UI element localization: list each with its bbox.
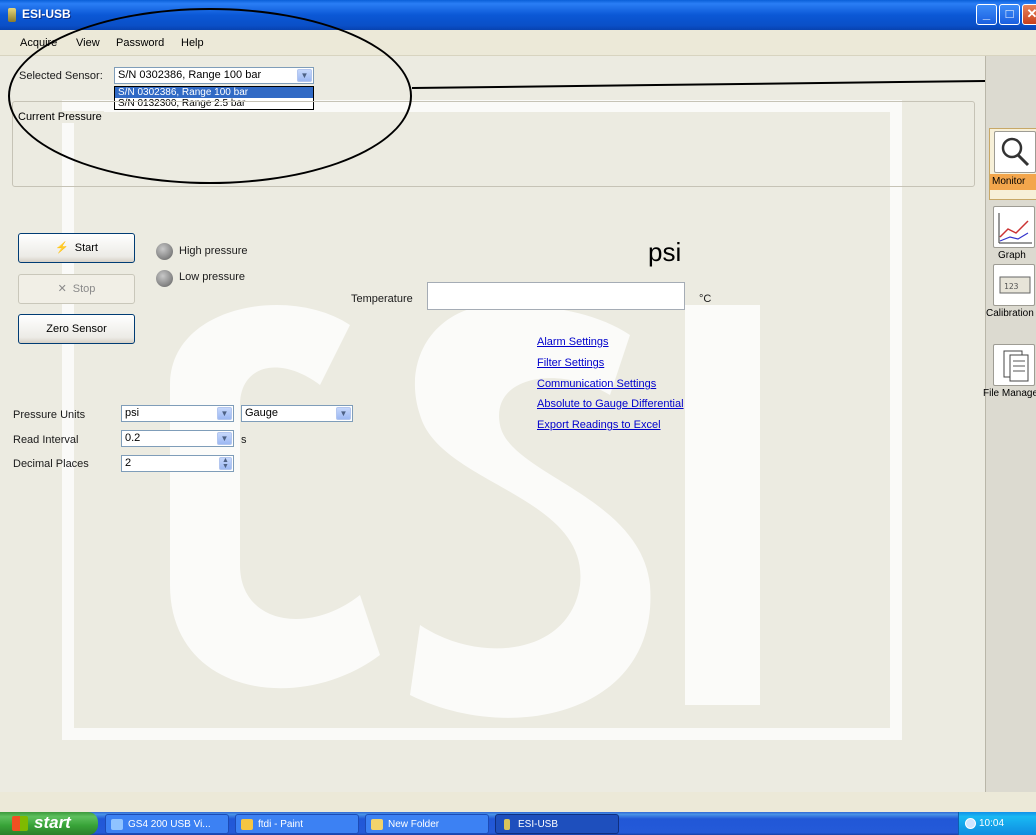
decimal-places-label: Decimal Places	[13, 458, 89, 470]
svg-text:123: 123	[1004, 282, 1019, 291]
taskbar-item[interactable]: New Folder	[365, 814, 489, 834]
taskbar-item[interactable]: GS4 200 USB Vi...	[105, 814, 229, 834]
maximize-button[interactable]: □	[999, 4, 1020, 25]
document-icon	[993, 344, 1035, 386]
app-icon	[504, 819, 510, 830]
communication-settings-link[interactable]: Communication Settings	[537, 378, 656, 390]
high-pressure-led	[156, 243, 173, 260]
calibration-icon: 123	[993, 264, 1035, 306]
start-button[interactable]: ⚡ Start	[18, 233, 135, 263]
high-pressure-label: High pressure	[179, 245, 248, 257]
decimal-places-stepper[interactable]: 2 ▲ ▼	[121, 455, 234, 472]
read-interval-label: Read Interval	[13, 434, 79, 446]
annotation-ellipse	[8, 8, 412, 184]
x-icon: ✕	[57, 283, 67, 295]
start-button-label: Start	[74, 242, 98, 254]
taskbar-item-label: ESI-USB	[518, 819, 559, 830]
monitor-tool[interactable]: Monitor	[989, 128, 1036, 200]
pressure-units-label: Pressure Units	[13, 409, 86, 421]
minimize-button[interactable]: _	[976, 4, 997, 25]
lightning-icon: ⚡	[55, 242, 69, 254]
absolute-gauge-link[interactable]: Absolute to Gauge Differential	[537, 398, 684, 410]
calibration-tool[interactable]: 123 Calibration	[986, 262, 1036, 334]
alarm-settings-link[interactable]: Alarm Settings	[537, 336, 609, 348]
pressure-units-value: psi	[125, 407, 140, 419]
low-pressure-led	[156, 270, 173, 287]
network-icon[interactable]	[965, 818, 976, 829]
right-toolbar: Monitor Graph 123 Calibration File Manag…	[983, 56, 1036, 792]
app-icon	[8, 8, 16, 22]
decimal-places-value: 2	[125, 457, 132, 469]
system-tray: 10:04	[958, 812, 1036, 835]
read-interval-unit: s	[241, 434, 247, 446]
magnifier-icon	[994, 131, 1036, 173]
zero-sensor-button[interactable]: Zero Sensor	[18, 314, 135, 344]
graph-icon	[993, 206, 1035, 248]
pressure-unit-display: psi	[648, 237, 682, 267]
app-icon	[111, 819, 123, 830]
taskbar-item-label: GS4 200 USB Vi...	[128, 819, 211, 830]
start-button-taskbar[interactable]: start	[0, 812, 98, 835]
folder-icon	[371, 819, 383, 830]
graph-label: Graph	[998, 250, 1026, 261]
stop-button-label: Stop	[72, 283, 96, 295]
start-label: start	[34, 813, 71, 832]
temperature-unit: °C	[699, 293, 712, 305]
chevron-down-icon[interactable]: ▼	[217, 407, 232, 420]
read-interval-select[interactable]: 0.2 ▼	[121, 430, 234, 447]
chevron-down-icon[interactable]: ▼	[336, 407, 351, 420]
pressure-units-select[interactable]: psi ▼	[121, 405, 234, 422]
clock: 10:04	[979, 818, 1005, 829]
windows-flag-icon	[12, 816, 28, 831]
spin-arrows-icon[interactable]: ▲ ▼	[219, 457, 232, 470]
temperature-label: Temperature	[351, 293, 413, 305]
stop-button[interactable]: ✕ Stop	[18, 274, 135, 304]
pressure-mode-value: Gauge	[245, 407, 279, 419]
taskbar: start GS4 200 USB Vi... ftdi - Paint New…	[0, 812, 1036, 835]
taskbar-item[interactable]: ftdi - Paint	[235, 814, 359, 834]
esi-watermark-logo-graphic	[170, 303, 760, 718]
calibration-label: Calibration	[986, 308, 1034, 319]
file-manager-label: File Manager	[983, 388, 1036, 399]
file-manager-tool[interactable]: File Manager	[983, 342, 1036, 414]
chevron-down-icon[interactable]: ▼	[217, 432, 232, 445]
export-excel-link[interactable]: Export Readings to Excel	[537, 419, 661, 431]
low-pressure-label: Low pressure	[179, 271, 246, 283]
read-interval-value: 0.2	[125, 432, 141, 444]
monitor-label: Monitor	[992, 176, 1026, 187]
taskbar-item-active[interactable]: ESI-USB	[495, 814, 619, 834]
temperature-field	[427, 282, 685, 310]
paint-icon	[241, 819, 253, 830]
close-button[interactable]: ✕	[1022, 4, 1036, 25]
window-title: ESI-USB	[22, 7, 71, 21]
zero-sensor-label: Zero Sensor	[46, 323, 107, 335]
filter-settings-link[interactable]: Filter Settings	[537, 357, 604, 369]
status-strip	[0, 792, 1036, 812]
pressure-mode-select[interactable]: Gauge ▼	[241, 405, 353, 422]
taskbar-item-label: ftdi - Paint	[258, 819, 304, 830]
taskbar-item-label: New Folder	[388, 819, 440, 830]
